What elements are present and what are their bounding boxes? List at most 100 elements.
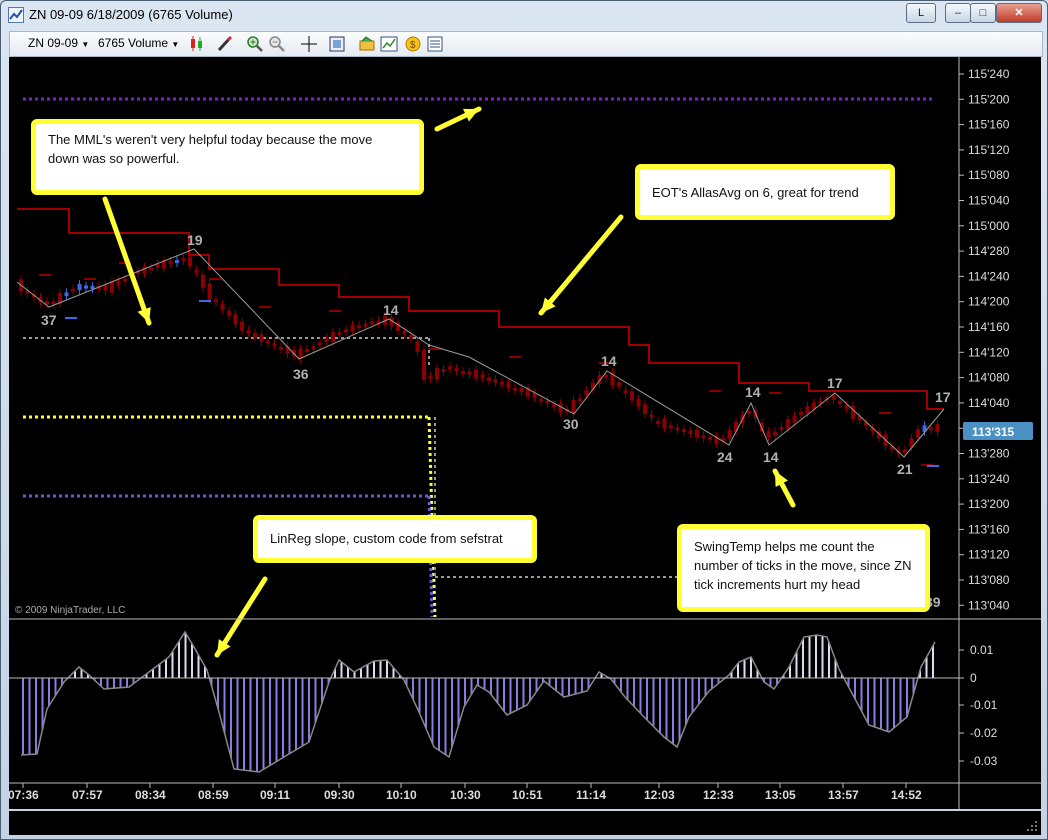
swing-label: 19 (187, 232, 203, 248)
price-tick-label: 114'280 (968, 244, 1010, 258)
zoom-out-icon[interactable] (268, 35, 286, 53)
maximize-button[interactable]: □ (970, 3, 996, 23)
candle-body (480, 374, 485, 379)
price-tick-label: 113'040 (968, 598, 1010, 612)
link-button[interactable]: L (906, 3, 936, 23)
candle-body (175, 260, 179, 264)
time-tick-label: 09:30 (324, 788, 355, 802)
candlestick-series (19, 252, 940, 467)
candle-body (324, 338, 329, 342)
candle-body (331, 332, 335, 343)
chart-area[interactable]: 37 19 36 14 30 14 24 14 14 17 21 17 39 115'240 115'20… (9, 57, 1041, 809)
properties-icon[interactable] (328, 35, 346, 53)
arrow-to-mml-gray-shaft (102, 196, 152, 326)
price-tick-label: 113'120 (968, 548, 1010, 562)
swing-label: 17 (935, 389, 951, 405)
candle-body (519, 388, 524, 393)
price-tick-label: 114'200 (968, 295, 1010, 309)
time-tick-label: 12:33 (703, 788, 734, 802)
candle-body (370, 321, 374, 325)
eot-allasavg-line (17, 208, 944, 410)
candle-body (916, 429, 920, 438)
arrow-to-eot-line-shaft (538, 214, 624, 316)
candle-body (584, 390, 589, 396)
data-box-icon[interactable] (426, 35, 444, 53)
price-tick-label: 114'040 (968, 396, 1010, 410)
osc-tick-label: 0 (970, 671, 977, 685)
candle-body (662, 418, 667, 429)
period-label: 6765 Volume (98, 36, 169, 50)
candle-body (779, 426, 784, 431)
candle-body (103, 285, 108, 291)
candle-body (350, 324, 355, 332)
close-button[interactable]: ✕ (996, 3, 1042, 23)
price-tick-label: 113'280 (968, 447, 1010, 461)
annotation-linreg: LinReg slope, custom code from sefstrat (253, 515, 537, 563)
time-tick-label: 11:14 (576, 788, 606, 802)
chevron-down-icon: ▼ (81, 40, 90, 49)
osc-tick-label: -0.01 (970, 698, 998, 712)
strategies-icon[interactable] (358, 35, 376, 53)
candle-body (422, 349, 426, 380)
candle-body (181, 258, 186, 262)
candle-body (402, 330, 407, 334)
candle-body (71, 288, 75, 292)
time-tick-label: 14:52 (891, 788, 922, 802)
candle-body (630, 391, 634, 401)
candle-body (838, 400, 842, 404)
period-selector[interactable]: 6765 Volume ▼ (98, 36, 179, 50)
swing-label: 36 (293, 366, 309, 382)
candle-body (428, 375, 433, 379)
candle-body (623, 390, 628, 394)
candle-body (844, 405, 849, 409)
candle-body (318, 342, 322, 346)
price-tick-label: 114'240 (968, 269, 1010, 283)
arrow-to-mml-gray-head (137, 307, 151, 323)
orders-coin-icon[interactable]: $ (404, 35, 422, 53)
osc-tick-label: -0.02 (970, 726, 998, 740)
crosshair-icon[interactable] (300, 35, 318, 53)
swing-label: 14 (601, 353, 617, 369)
resize-grip-icon[interactable] (1025, 819, 1039, 833)
candle-body (461, 371, 465, 375)
candle-body (578, 398, 582, 402)
candle-body (409, 334, 413, 339)
time-tick-label: 12:03 (644, 788, 675, 802)
candle-body (357, 325, 361, 329)
candle-body (305, 348, 309, 352)
annotation-eot: EOT's AllasAvg on 6, great for trend (635, 164, 895, 220)
candle-body (617, 382, 621, 387)
candle-body (337, 332, 342, 336)
candle-body (214, 299, 218, 303)
osc-tick-label: -0.03 (970, 754, 998, 768)
candle-body (227, 310, 231, 316)
price-tick-label: 113'160 (968, 522, 1010, 536)
candle-body (649, 414, 654, 418)
candle-body (487, 377, 491, 382)
zoom-in-icon[interactable] (246, 35, 264, 53)
swing-zigzag (16, 248, 945, 458)
candle-body (656, 421, 660, 425)
instrument-selector[interactable]: ZN 09-09 ▼ (28, 36, 89, 50)
swing-label: 30 (563, 416, 579, 432)
candle-body (220, 304, 225, 310)
drawing-pencil-icon[interactable] (216, 35, 234, 53)
candle-body (454, 368, 459, 372)
minimize-button[interactable]: – (945, 3, 971, 23)
candle-body (688, 431, 693, 435)
chart-style-candlestick-icon[interactable] (188, 35, 206, 53)
swing-label: 14 (383, 302, 399, 318)
candle-body (51, 301, 56, 305)
ninjatrader-app-icon (8, 7, 24, 23)
title-bar[interactable]: ZN 09-09 6/18/2009 (6765 Volume) L – □ ✕ (1, 1, 1047, 29)
price-tick-label: 115'160 (968, 118, 1010, 132)
candle-body (760, 422, 764, 432)
candle-body (266, 340, 270, 344)
swing-label: 17 (827, 375, 843, 391)
indicators-icon[interactable] (380, 35, 398, 53)
candle-body (259, 334, 264, 342)
chart-window: ZN 09-09 6/18/2009 (6765 Volume) L – □ ✕… (0, 0, 1048, 840)
candle-body (643, 404, 647, 414)
candle-body (675, 427, 680, 431)
candle-body (500, 381, 504, 385)
